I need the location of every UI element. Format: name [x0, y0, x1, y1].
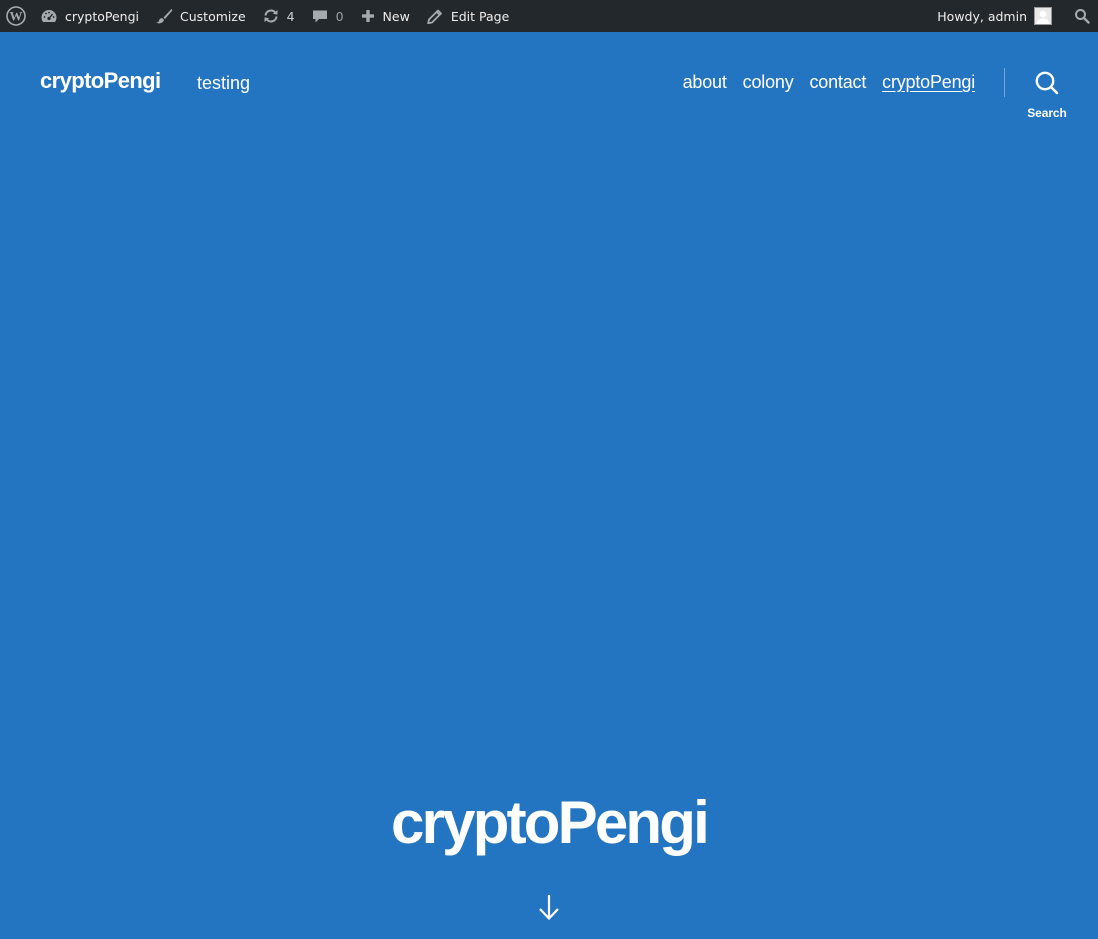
scroll-down-link[interactable] [537, 893, 561, 921]
page-title: cryptoPengi [391, 789, 710, 856]
edit-page-label: Edit Page [450, 8, 510, 24]
my-account-menu[interactable]: Howdy, admin [929, 0, 1060, 32]
edit-page-link[interactable]: Edit Page [418, 0, 517, 32]
menu-item-colony[interactable]: colony [743, 72, 794, 93]
customize-label: Customize [180, 8, 246, 24]
svg-text:W: W [10, 9, 23, 24]
pencil-icon [426, 8, 444, 24]
admin-bar-left: W cryptoPengi Customize 4 0 New Edit Pag… [0, 0, 517, 32]
menu-item-contact[interactable]: contact [810, 72, 867, 93]
plus-icon [360, 8, 376, 24]
search-icon [1034, 70, 1060, 101]
new-content-menu[interactable]: New [352, 0, 418, 32]
avatar [1034, 7, 1052, 25]
paintbrush-icon [155, 8, 173, 24]
howdy-label: Howdy, admin [937, 8, 1027, 24]
search-toggle-label: Search [1027, 106, 1067, 120]
menu-item-about[interactable]: about [683, 72, 727, 93]
primary-menu: about colony contact cryptoPengi [683, 72, 976, 93]
site-name-menu[interactable]: cryptoPengi [32, 0, 147, 32]
updates-icon [262, 8, 280, 24]
search-icon [1074, 8, 1090, 24]
site-name-label: cryptoPengi [65, 8, 140, 24]
search-toggle-button[interactable]: Search [1022, 70, 1072, 120]
menu-item-cryptopengi[interactable]: cryptoPengi [882, 72, 975, 93]
new-label: New [382, 8, 410, 24]
header-divider [1004, 68, 1005, 97]
wordpress-icon: W [6, 6, 26, 26]
dashboard-icon [40, 8, 58, 24]
site-tagline: testing [197, 73, 251, 93]
updates-count: 4 [286, 8, 295, 24]
comment-icon [311, 8, 329, 24]
arrow-down-icon [537, 893, 561, 921]
site-title[interactable]: cryptoPengi [40, 68, 161, 94]
admin-bar: W cryptoPengi Customize 4 0 New Edit Pag… [0, 0, 1098, 32]
customize-link[interactable]: Customize [147, 0, 254, 32]
admin-bar-right: Howdy, admin [929, 0, 1098, 32]
comments-link[interactable]: 0 [303, 0, 352, 32]
admin-bar-search[interactable] [1060, 0, 1098, 32]
updates-link[interactable]: 4 [254, 0, 303, 32]
comments-count: 0 [335, 8, 344, 24]
wordpress-logo-menu[interactable]: W [0, 0, 32, 32]
